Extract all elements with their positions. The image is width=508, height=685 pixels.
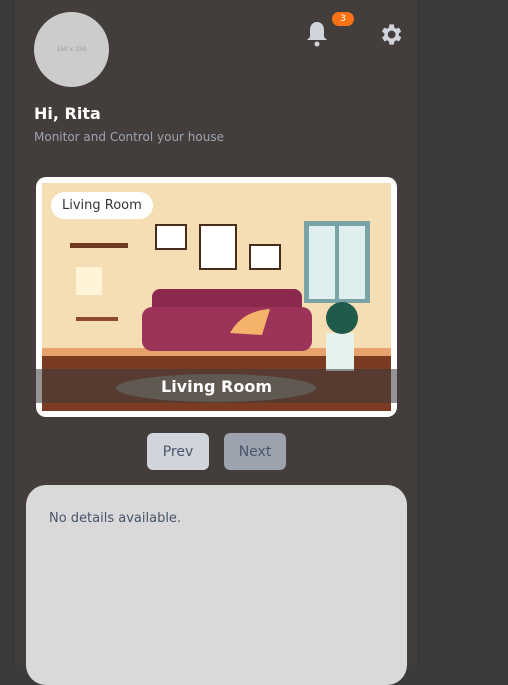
room-tag: Living Room [51,192,153,219]
next-button[interactable]: Next [224,433,286,470]
avatar: 150 x 150 [34,12,109,87]
bell-icon[interactable] [305,20,329,48]
avatar-placeholder-text: 150 x 150 [56,46,87,53]
greeting: Hi, Rita [34,104,101,123]
prev-button[interactable]: Prev [147,433,209,470]
room-caption: Living Room [36,369,397,403]
notification-badge: 3 [332,12,354,26]
gear-icon[interactable] [377,21,404,48]
details-panel: No details available. [26,485,407,685]
room-card[interactable]: Living Room Living Room [36,177,397,417]
subtitle: Monitor and Control your house [34,130,224,144]
main-panel: 150 x 150 3 Hi, Rita Monitor and Control… [13,0,419,685]
details-text: No details available. [49,511,182,526]
